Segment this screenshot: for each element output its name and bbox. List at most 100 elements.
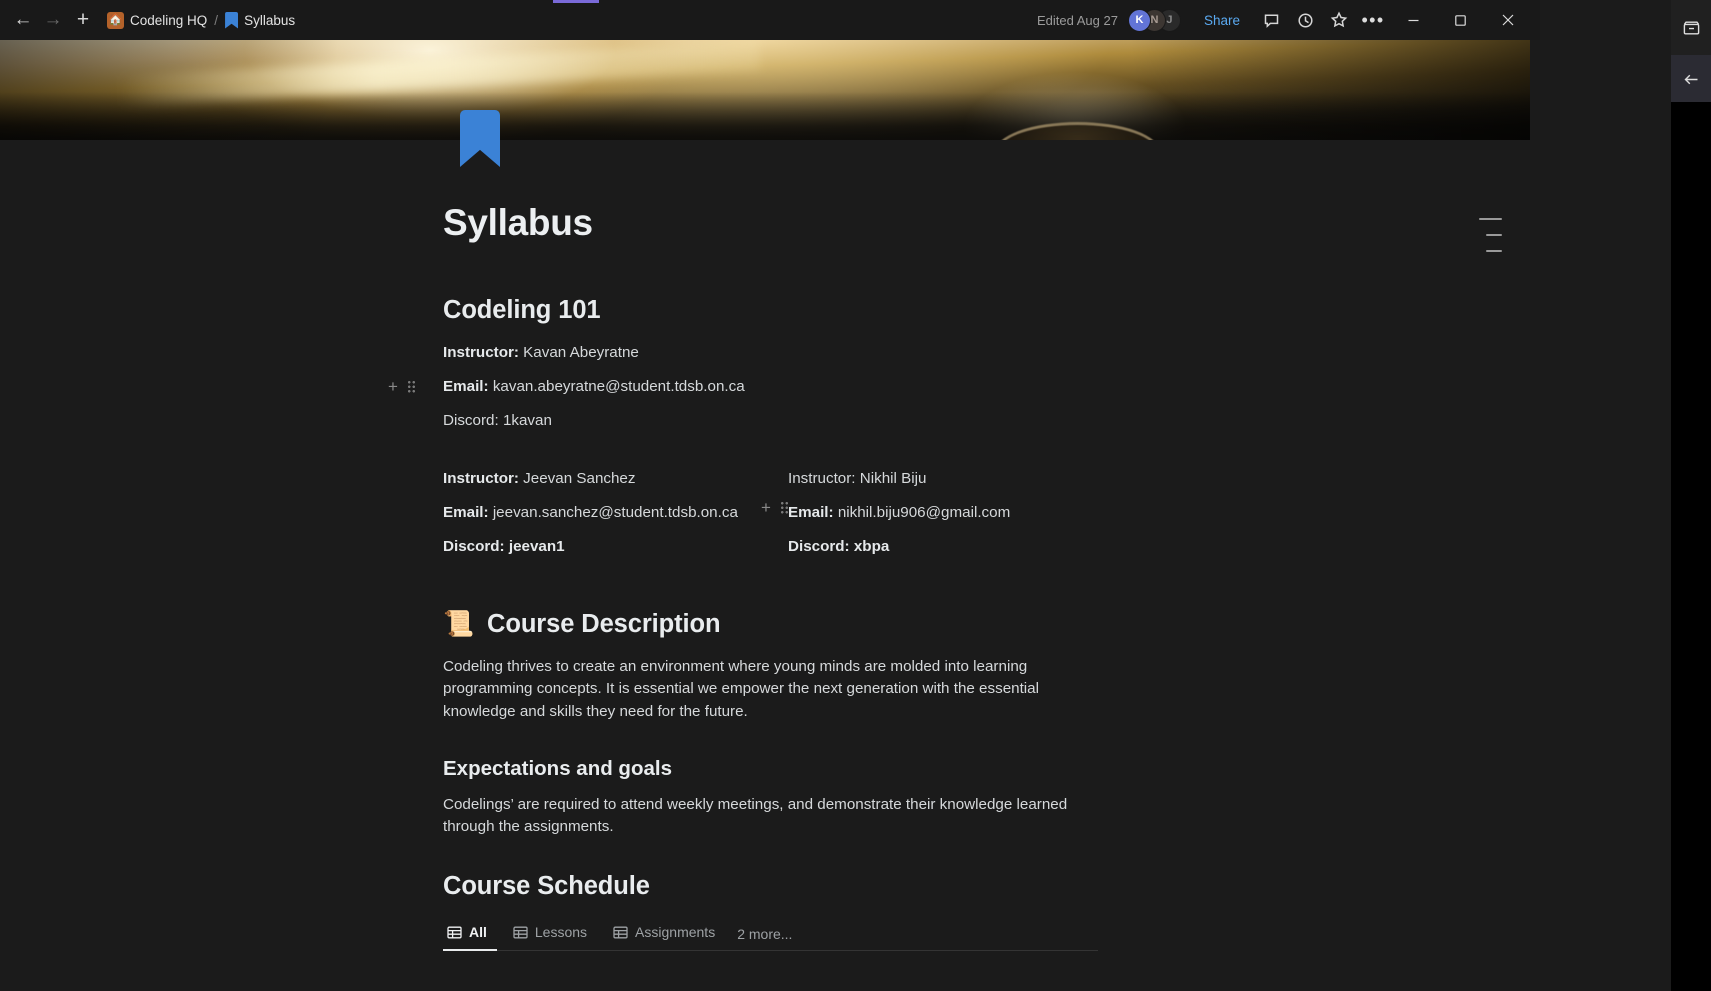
more-icon: ••• xyxy=(1361,9,1385,30)
avatar[interactable]: K xyxy=(1127,8,1151,32)
instructor-line[interactable]: Instructor: Jeevan Sanchez xyxy=(443,468,788,490)
drag-handle-icon[interactable] xyxy=(779,501,789,515)
back-button[interactable]: ← xyxy=(8,5,38,35)
table-icon xyxy=(513,926,528,939)
instructor-name: Kavan Abeyratne xyxy=(523,344,639,361)
column-block-gutter: + xyxy=(761,499,789,516)
discord-label: Discord: xyxy=(443,538,505,556)
breadcrumb-item-page[interactable]: Syllabus xyxy=(220,9,300,32)
discord-value: jeevan1 xyxy=(508,538,565,556)
favorite-button[interactable] xyxy=(1323,5,1355,35)
email-label: Email: xyxy=(788,504,834,522)
email-value: nikhil.biju906@gmail.com xyxy=(837,504,1011,522)
arrow-left-icon xyxy=(1684,74,1697,84)
instructor-line[interactable]: Instructor: Kavan Abeyratne xyxy=(443,342,1530,364)
course-description-body[interactable]: Codeling thrives to create an environmen… xyxy=(443,656,1043,723)
course-heading[interactable]: Codeling 101 xyxy=(443,296,1530,325)
instructor-column-right: Instructor: Nikhil Biju Email: nikhil.bi… xyxy=(788,468,1133,570)
back-arrow-icon: ← xyxy=(13,9,33,30)
new-page-button[interactable]: + xyxy=(68,5,98,35)
expectations-heading[interactable]: Expectations and goals xyxy=(443,757,1530,781)
instructor-label: Instructor: xyxy=(443,344,519,361)
maximize-button[interactable] xyxy=(1438,0,1483,40)
table-icon xyxy=(613,926,628,939)
tab-assignments-label: Assignments xyxy=(635,924,716,941)
table-icon xyxy=(447,926,462,939)
breadcrumb-workspace-label: Codeling HQ xyxy=(130,12,208,28)
instructor-label: Instructor: xyxy=(443,470,519,488)
tab-lessons-label: Lessons xyxy=(534,924,588,941)
email-line[interactable]: Email: jeevan.sanchez@student.tdsb.on.ca xyxy=(443,502,788,524)
history-button[interactable] xyxy=(1289,5,1321,35)
email-value: kavan.abeyratne@student.tdsb.on.ca xyxy=(492,378,745,396)
breadcrumb-separator: / xyxy=(214,12,219,28)
instructor-column-left: Instructor: Jeevan Sanchez Email: jeevan… xyxy=(443,468,788,570)
discord-line[interactable]: Discord: jeevan1 xyxy=(443,536,788,558)
comment-button[interactable] xyxy=(1255,5,1287,35)
page-icon-bookmark-icon[interactable] xyxy=(460,110,500,167)
bookmark-icon xyxy=(225,12,238,29)
tabs-more-button[interactable]: 2 more... xyxy=(737,920,798,951)
page-title[interactable]: Syllabus xyxy=(443,202,1530,244)
scroll-icon: 📜 xyxy=(443,610,475,639)
close-icon xyxy=(1502,14,1513,26)
forward-arrow-icon: → xyxy=(43,9,63,30)
minimize-icon xyxy=(1408,19,1419,21)
email-line[interactable]: Email: nikhil.biju906@gmail.com xyxy=(788,502,1133,524)
right-side-rail xyxy=(1671,0,1711,991)
tab-assignments[interactable]: Assignments xyxy=(609,918,725,951)
course-description-heading[interactable]: 📜 Course Description xyxy=(443,610,1530,639)
discord-value: xbpa xyxy=(853,538,890,556)
drag-handle-icon[interactable] xyxy=(406,380,416,394)
instructor-label: Instructor: xyxy=(788,470,856,488)
tab-accent-sliver xyxy=(553,0,599,3)
instructor-line[interactable]: Instructor: Nikhil Biju xyxy=(788,468,1133,490)
history-icon xyxy=(1297,12,1313,28)
instructor-name: Nikhil Biju xyxy=(859,470,927,488)
schedule-view-tabs: All Lessons Assignments 2 more... xyxy=(443,918,1530,952)
archive-button[interactable] xyxy=(1671,8,1711,48)
block-gutter: + xyxy=(388,378,416,395)
forward-button[interactable]: → xyxy=(38,5,68,35)
comment-icon xyxy=(1264,13,1278,28)
discord-line[interactable]: Discord: 1kavan xyxy=(443,410,1530,432)
discord-value: 1kavan xyxy=(502,412,552,430)
plus-icon: + xyxy=(76,8,90,31)
page-cover-image[interactable] xyxy=(0,40,1530,140)
rail-section-bottom xyxy=(1671,102,1711,991)
course-description-heading-label: Course Description xyxy=(487,610,721,639)
archive-icon xyxy=(1683,21,1699,34)
email-value: jeevan.sanchez@student.tdsb.on.ca xyxy=(492,504,738,522)
breadcrumb-item-workspace[interactable]: 🏠 Codeling HQ xyxy=(102,9,212,32)
more-options-button[interactable]: ••• xyxy=(1357,5,1389,35)
email-label: Email: xyxy=(443,378,489,396)
document-body: Syllabus Codeling 101 Instructor: Kavan … xyxy=(0,140,1530,991)
toolbar-right-group: Edited Aug 27 K N J Share ••• xyxy=(1037,0,1532,40)
expectations-body[interactable]: Codelings’ are required to attend weekly… xyxy=(443,794,1068,838)
course-schedule-heading[interactable]: Course Schedule xyxy=(443,872,1530,901)
tab-all[interactable]: All xyxy=(443,918,497,952)
breadcrumb: 🏠 Codeling HQ / Syllabus xyxy=(102,9,300,32)
collaborator-avatars[interactable]: K N J xyxy=(1127,8,1181,32)
discord-label: Discord: xyxy=(788,538,850,556)
maximize-icon xyxy=(1455,14,1466,26)
email-line[interactable]: + Email: kavan.abeyratne@student.tdsb.on… xyxy=(388,376,1530,398)
tab-all-label: All xyxy=(469,924,487,941)
window-toolbar: ← → + 🏠 Codeling HQ / Syllabus Edited Au… xyxy=(0,0,1540,40)
collapse-panel-button[interactable] xyxy=(1671,59,1711,99)
email-label: Email: xyxy=(443,504,489,522)
minimize-button[interactable] xyxy=(1391,0,1436,40)
add-block-plus-icon[interactable]: + xyxy=(761,499,771,516)
star-icon xyxy=(1330,11,1348,28)
edited-timestamp: Edited Aug 27 xyxy=(1037,12,1118,28)
instructor-name: Jeevan Sanchez xyxy=(523,470,636,488)
discord-line[interactable]: Discord: xbpa xyxy=(788,536,1133,558)
tab-lessons[interactable]: Lessons xyxy=(509,918,597,951)
instructor-columns: Instructor: Jeevan Sanchez Email: jeevan… xyxy=(443,468,1530,570)
share-button[interactable]: Share xyxy=(1195,8,1249,33)
discord-label: Discord: xyxy=(443,412,499,430)
add-block-plus-icon[interactable]: + xyxy=(388,378,398,395)
close-button[interactable] xyxy=(1485,0,1530,40)
breadcrumb-page-label: Syllabus xyxy=(244,12,296,28)
home-icon: 🏠 xyxy=(107,11,124,29)
